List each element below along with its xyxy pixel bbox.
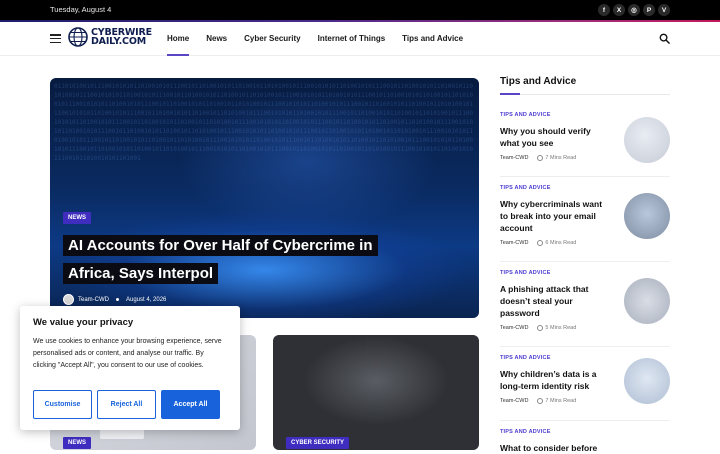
clock-icon bbox=[537, 325, 544, 331]
read-time-text: 7 Mins Read bbox=[545, 155, 577, 161]
read-time: 7 Mins Read bbox=[537, 398, 576, 404]
read-time-text: 5 Mins Read bbox=[545, 325, 577, 331]
hero-date: August 4, 2026 bbox=[126, 296, 167, 303]
social-links: f X ◎ P V bbox=[598, 4, 670, 16]
sidebar-article-3[interactable]: TIPS AND ADVICE A phishing attack that d… bbox=[500, 270, 670, 331]
sidebar-thumbnail[interactable] bbox=[624, 117, 670, 163]
sidebar-heading-underline bbox=[500, 93, 670, 95]
clock-icon bbox=[537, 240, 544, 246]
search-icon[interactable] bbox=[659, 33, 670, 44]
nav-news[interactable]: News bbox=[206, 22, 227, 56]
nav-home[interactable]: Home bbox=[167, 22, 190, 56]
author-avatar bbox=[63, 294, 74, 305]
site-logo[interactable]: CYBERWIRE DAILY.COM bbox=[68, 27, 152, 47]
sidebar-meta: Team-CWD 5 Mins Read bbox=[500, 325, 670, 331]
read-time-text: 7 Mins Read bbox=[545, 398, 577, 404]
sidebar-title[interactable]: Why children’s data is a long-term ident… bbox=[500, 368, 612, 392]
read-time: 6 Mins Read bbox=[537, 240, 576, 246]
sidebar-divider bbox=[500, 261, 670, 262]
sidebar-title[interactable]: A phishing attack that doesn’t steal you… bbox=[500, 283, 612, 319]
site-header: CYBERWIRE DAILY.COM Home News Cyber Secu… bbox=[0, 22, 720, 56]
sidebar-thumbnail[interactable] bbox=[624, 278, 670, 324]
cookie-text: We use cookies to enhance your browsing … bbox=[33, 338, 222, 369]
vimeo-icon[interactable]: V bbox=[658, 4, 670, 16]
globe-logo-icon bbox=[68, 27, 88, 47]
hero-meta: Team-CWD August 4, 2026 bbox=[63, 294, 166, 305]
logo-text: CYBERWIRE DAILY.COM bbox=[91, 27, 152, 47]
nav-internet-of-things[interactable]: Internet of Things bbox=[318, 22, 386, 56]
nav-tips-and-advice[interactable]: Tips and Advice bbox=[402, 22, 463, 56]
cookie-buttons: Customise Reject All Accept All bbox=[33, 390, 220, 419]
sidebar-tips-and-advice: Tips and Advice TIPS AND ADVICE Why you … bbox=[500, 76, 670, 453]
instagram-icon[interactable]: ◎ bbox=[628, 4, 640, 16]
sidebar-article-1[interactable]: TIPS AND ADVICE Why you should verify wh… bbox=[500, 112, 670, 163]
sidebar-divider bbox=[500, 420, 670, 421]
read-time-text: 6 Mins Read bbox=[545, 240, 577, 246]
hero-title-text[interactable]: AI Accounts for Over Half of Cybercrime … bbox=[63, 235, 378, 284]
nav-cyber-security[interactable]: Cyber Security bbox=[244, 22, 300, 56]
hero-title[interactable]: AI Accounts for Over Half of Cybercrime … bbox=[63, 232, 393, 288]
sidebar-article-5[interactable]: TIPS AND ADVICE What to consider before bbox=[500, 429, 670, 454]
card-right-category-badge[interactable]: CYBER SECURITY bbox=[286, 437, 350, 449]
article-card-right[interactable] bbox=[273, 335, 479, 450]
meta-separator bbox=[116, 298, 119, 301]
logo-line-2: DAILY.COM bbox=[91, 36, 146, 47]
pinterest-icon[interactable]: P bbox=[643, 4, 655, 16]
cookie-title: We value your privacy bbox=[33, 317, 134, 328]
menu-icon[interactable] bbox=[50, 34, 61, 43]
sidebar-divider bbox=[500, 176, 670, 177]
clock-icon bbox=[537, 155, 544, 161]
sidebar-thumbnail[interactable] bbox=[624, 358, 670, 404]
sidebar-category[interactable]: TIPS AND ADVICE bbox=[500, 270, 670, 276]
sidebar-thumbnail[interactable] bbox=[624, 193, 670, 239]
sidebar-title[interactable]: Why cybercriminals want to break into yo… bbox=[500, 198, 612, 234]
sidebar-author[interactable]: Team-CWD bbox=[500, 398, 528, 404]
card-left-category-badge[interactable]: NEWS bbox=[63, 437, 91, 449]
sidebar-article-2[interactable]: TIPS AND ADVICE Why cybercriminals want … bbox=[500, 185, 670, 246]
sidebar-category[interactable]: TIPS AND ADVICE bbox=[500, 429, 670, 435]
reject-all-button[interactable]: Reject All bbox=[97, 390, 156, 419]
facebook-icon[interactable]: f bbox=[598, 4, 610, 16]
hero-category-badge[interactable]: NEWS bbox=[63, 212, 91, 224]
sidebar-meta: Team-CWD 6 Mins Read bbox=[500, 240, 670, 246]
sidebar-title[interactable]: What to consider before bbox=[500, 442, 612, 454]
sidebar-divider bbox=[500, 346, 670, 347]
sidebar-author[interactable]: Team-CWD bbox=[500, 240, 528, 246]
main-nav: Home News Cyber Security Internet of Thi… bbox=[167, 22, 463, 56]
sidebar-article-4[interactable]: TIPS AND ADVICE Why children’s data is a… bbox=[500, 355, 670, 404]
x-twitter-icon[interactable]: X bbox=[613, 4, 625, 16]
top-bar: Tuesday, August 4 f X ◎ P V bbox=[0, 0, 720, 20]
current-date: Tuesday, August 4 bbox=[50, 5, 112, 14]
read-time: 7 Mins Read bbox=[537, 155, 576, 161]
sidebar-heading: Tips and Advice bbox=[500, 76, 577, 87]
sidebar-author[interactable]: Team-CWD bbox=[500, 155, 528, 161]
clock-icon bbox=[537, 398, 544, 404]
hero-author[interactable]: Team-CWD bbox=[78, 297, 109, 303]
sidebar-author[interactable]: Team-CWD bbox=[500, 325, 528, 331]
cookie-consent-dialog: We value your privacy We use cookies to … bbox=[20, 306, 240, 430]
accept-all-button[interactable]: Accept All bbox=[161, 390, 220, 419]
customise-button[interactable]: Customise bbox=[33, 390, 92, 419]
sidebar-title[interactable]: Why you should verify what you see bbox=[500, 125, 612, 149]
sidebar-category[interactable]: TIPS AND ADVICE bbox=[500, 185, 670, 191]
read-time: 5 Mins Read bbox=[537, 325, 576, 331]
